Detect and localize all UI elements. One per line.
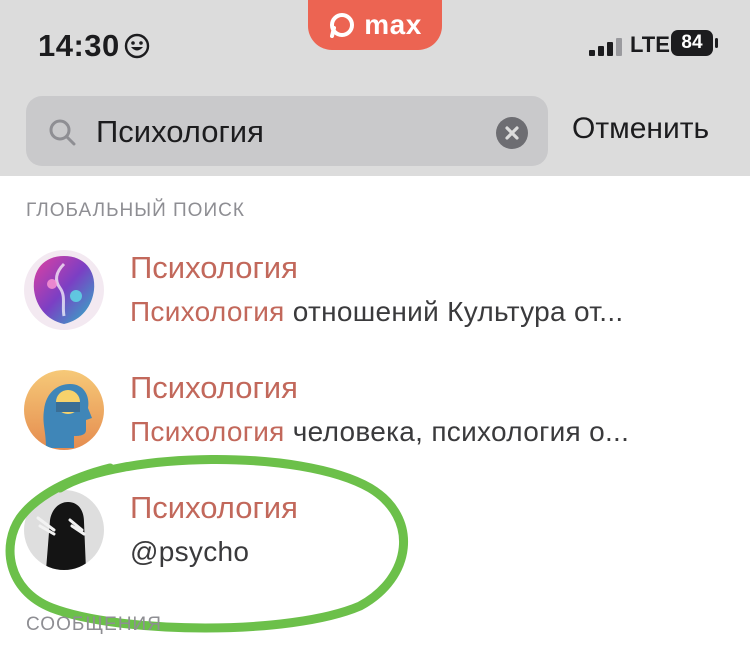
result-subtitle: @psycho [130, 536, 249, 568]
app-name: max [364, 9, 422, 40]
result-subtitle-rest: человека, психология о... [284, 416, 630, 447]
result-subtitle-highlight: Психология [130, 296, 285, 327]
smiley-icon [124, 33, 150, 59]
result-subtitle: Психология отношений Культура от... [130, 296, 624, 328]
search-result-item[interactable]: Психология @psycho [0, 474, 750, 590]
result-subtitle-rest: отношений Культура от... [284, 296, 624, 327]
signal-strength-icon [589, 38, 622, 56]
head-with-sun-avatar [24, 370, 104, 450]
search-result-item[interactable]: Психология Психология отношений Культура… [0, 234, 750, 350]
app-indicator-pill: max [308, 0, 442, 50]
search-input[interactable] [96, 104, 486, 160]
search-result-item[interactable]: Психология Психология человека, психолог… [0, 354, 750, 470]
colorful-profiles-avatar [24, 250, 104, 330]
result-title: Психология [130, 370, 298, 405]
battery-level: 84 [681, 32, 703, 53]
result-title: Психология [130, 490, 298, 525]
close-icon [505, 126, 519, 140]
clear-search-button[interactable] [496, 117, 528, 149]
result-subtitle: Психология человека, психология о... [130, 416, 629, 448]
network-type: LTE [630, 32, 670, 57]
result-subtitle-highlight: Психология [130, 416, 285, 447]
figure-in-black-avatar [24, 490, 104, 570]
status-time: 14:30 [38, 28, 120, 63]
result-title: Психология [130, 250, 298, 285]
section-title-messages: СООБЩЕНИЯ [26, 614, 162, 635]
search-icon [49, 119, 76, 146]
max-logo-icon [330, 13, 355, 38]
section-title-global-search: ГЛОБАЛЬНЫЙ ПОИСК [26, 200, 245, 221]
result-username: @psycho [130, 536, 250, 567]
cancel-button[interactable]: Отменить [572, 112, 709, 146]
